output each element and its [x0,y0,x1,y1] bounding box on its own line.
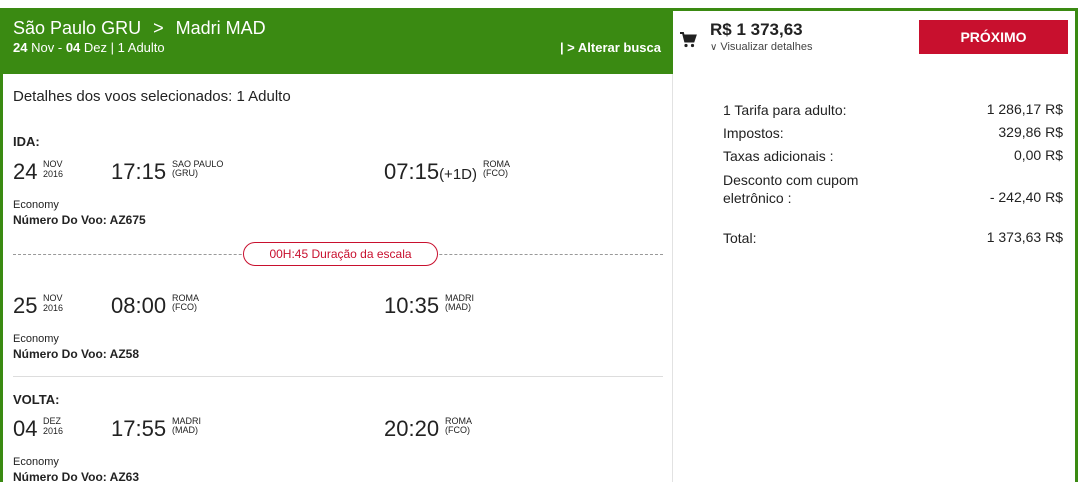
route-separator: > [153,18,164,38]
date-to: 04 [65,40,81,55]
departure-code: (GRU) [172,168,198,178]
search-summary-header: São Paulo GRU > Madri MAD 24 Nov - 04 Dez … [3,11,673,74]
price-summary: 1 Tarifa para adulto: 1 286,17 R$ Impost… [673,74,1075,482]
summary-row-fees: Taxas adicionais : 0,00 R$ [723,147,1063,165]
view-details-toggle[interactable]: ∨ Visualizar detalhes [710,41,812,53]
flight-details-panel: Detalhes dos voos selecionados: 1 Adulto… [3,74,673,482]
departure-time: 17:55 [111,416,167,441]
view-details-label: Visualizar detalhes [720,41,813,53]
segment-day: 25 [13,293,38,318]
arrival-code: (FCO) [445,425,470,435]
departure-time: 08:00 [111,293,167,318]
arrival-time-group: 07:15(+1D) [384,159,477,185]
summary-label: Desconto com cupom eletrônico : [723,172,859,206]
summary-row-discount: Desconto com cupom eletrônico : - 242,40… [723,171,1063,207]
route-title: São Paulo GRU > Madri MAD [13,18,266,39]
trip-dates: 24 Nov - 04 Dez | 1 Adulto [13,40,165,55]
next-day-indicator: (+1D) [439,166,477,183]
cart-icon[interactable] [679,31,697,49]
segment-month: DEZ [43,416,61,426]
destination-city: Madri MAD [175,18,266,38]
segment-year: 2016 [43,303,64,313]
departure-code: (FCO) [172,302,197,312]
summary-label: 1 Tarifa para adulto: [723,102,847,118]
month-from: Nov [31,40,55,55]
flight-number: Número Do Voo: AZ675 [13,213,146,227]
section-divider [13,376,663,377]
change-search-link[interactable]: | > Alterar busca [560,40,661,55]
summary-value: 329,86 R$ [998,124,1063,140]
flight-details-title: Detalhes dos voos selecionados: 1 Adulto [13,88,291,105]
arrival-code: (MAD) [445,302,471,312]
departure-code: (MAD) [172,425,198,435]
summary-label: Impostos: [723,125,784,141]
summary-row-fare: 1 Tarifa para adulto: 1 286,17 R$ [723,101,1063,119]
segment-month: NOV [43,293,63,303]
cabin-class: Economy [13,456,59,468]
summary-label: Taxas adicionais : [723,148,834,164]
layover-badge: 00H:45 Duração da escala [243,242,438,266]
return-label: VOLTA: [13,392,60,407]
date-dash: - [57,40,63,55]
booking-panel: São Paulo GRU > Madri MAD 24 Nov - 04 Dez … [3,11,1075,482]
next-button[interactable]: PRÓXIMO [919,20,1068,54]
arrival-time: 10:35 [384,293,440,318]
flight-number: Número Do Voo: AZ63 [13,470,140,482]
summary-value: - 242,40 R$ [989,189,1063,205]
segment-day: 24 [13,159,38,184]
arrival-code: (FCO) [483,168,508,178]
segment-year: 2016 [43,169,64,179]
passenger-count: | 1 Adulto [110,40,165,55]
departure-time: 17:15 [111,159,167,184]
arrival-time: 20:20 [384,416,440,441]
date-from: 24 [13,40,28,55]
cabin-class: Economy [13,333,59,345]
cart-header: R$ 1 373,63 ∨ Visualizar detalhes PRÓXIMO [673,11,1075,74]
summary-row-total: Total: 1 373,63 R$ [723,229,1063,247]
summary-value: 1 373,63 R$ [986,229,1063,245]
booking-frame: São Paulo GRU > Madri MAD 24 Nov - 04 Dez … [0,8,1078,482]
segment-year: 2016 [43,426,64,436]
summary-row-taxes: Impostos: 329,86 R$ [723,124,1063,142]
month-to: Dez [83,40,108,55]
segment-month: NOV [43,159,63,169]
chevron-down-icon: ∨ [710,42,718,53]
cabin-class: Economy [13,199,59,211]
summary-value: 1 286,17 R$ [986,101,1063,117]
origin-city: São Paulo GRU [13,18,142,38]
arrival-time: 07:15 [384,159,440,184]
outbound-label: IDA: [13,134,40,149]
summary-label: Total: [723,230,757,246]
flight-number: Número Do Voo: AZ58 [13,347,140,361]
segment-day: 04 [13,416,38,441]
summary-value: 0,00 R$ [1013,147,1063,163]
cart-total-price: R$ 1 373,63 [710,20,803,39]
